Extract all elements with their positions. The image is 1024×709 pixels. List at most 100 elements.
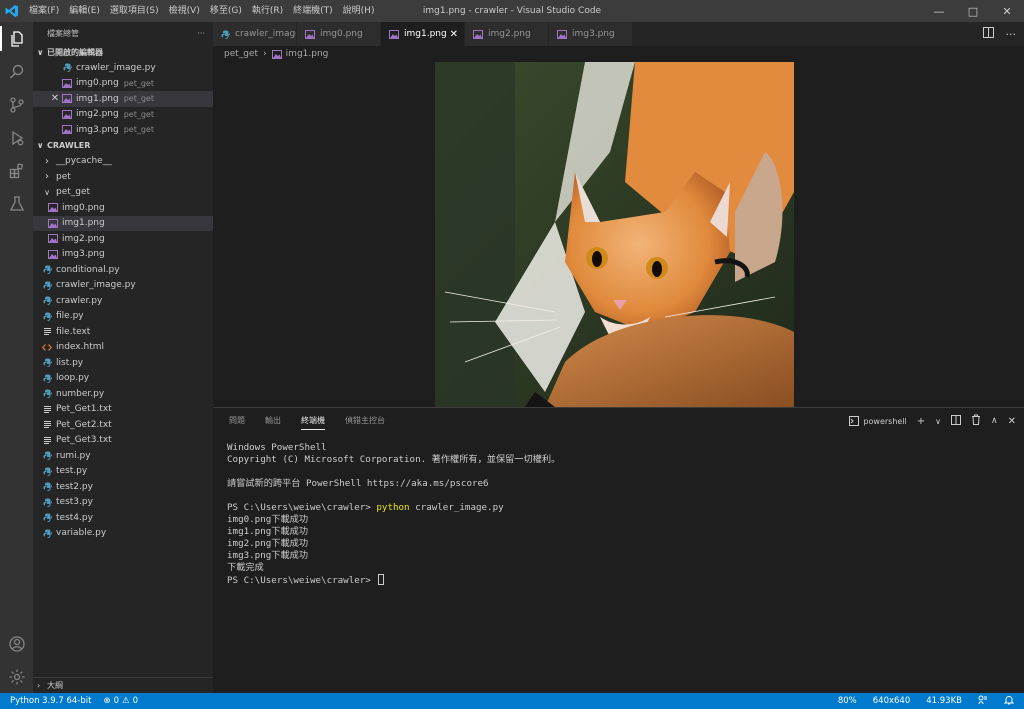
explorer-icon[interactable] xyxy=(0,22,33,55)
notifications-bell-icon[interactable] xyxy=(1003,695,1015,708)
tree-file[interactable]: number.py xyxy=(33,386,213,402)
activity-bar xyxy=(0,22,33,693)
editor-tab[interactable]: img1.png ✕ xyxy=(381,22,465,46)
close-panel-icon[interactable]: ✕ xyxy=(1008,416,1016,427)
terminal-output[interactable]: Windows PowerShell Copyright (C) Microsof… xyxy=(227,442,560,587)
tree-file[interactable]: crawler.py xyxy=(33,293,213,309)
menu-item[interactable]: 編輯(E) xyxy=(64,0,105,22)
file-size: 41.93KB xyxy=(926,696,962,706)
panel-tab[interactable]: 輸出 xyxy=(265,408,281,434)
tree-file[interactable]: test3.py xyxy=(33,495,213,511)
editor-tab[interactable]: img3.png xyxy=(549,22,633,46)
editor-tab[interactable]: img2.png xyxy=(465,22,549,46)
testing-icon[interactable] xyxy=(0,187,33,220)
feedback-icon[interactable] xyxy=(978,695,988,708)
breadcrumb-file[interactable]: img1.png xyxy=(286,49,329,59)
open-editors-section[interactable]: ∨ 已開啟的編輯器 xyxy=(33,44,213,60)
menu-item[interactable]: 終端機(T) xyxy=(288,0,338,22)
terminal-cursor xyxy=(378,574,385,585)
account-icon[interactable] xyxy=(0,627,33,660)
split-terminal-icon[interactable] xyxy=(951,414,962,428)
outline-section[interactable]: › 大綱 xyxy=(33,677,213,693)
panel-tab[interactable]: 終端機 xyxy=(301,408,325,434)
tree-file[interactable]: img0.png xyxy=(33,200,213,216)
python-file-icon xyxy=(221,30,230,39)
run-debug-icon[interactable] xyxy=(0,121,33,154)
tree-folder[interactable]: › __pycache__ xyxy=(33,154,213,170)
open-editor-item[interactable]: img3.png pet_get xyxy=(33,122,213,138)
editor-tab[interactable]: crawler_image.py xyxy=(213,22,297,46)
project-section[interactable]: ∨ CRAWLER xyxy=(33,138,213,154)
menu-item[interactable]: 執行(R) xyxy=(247,0,288,22)
menu-item[interactable]: 檢視(V) xyxy=(164,0,205,22)
tree-folder[interactable]: › pet xyxy=(33,169,213,185)
tree-file[interactable]: test.py xyxy=(33,464,213,480)
tree-file[interactable]: img3.png xyxy=(33,247,213,263)
trash-icon[interactable] xyxy=(971,414,981,428)
python-interpreter[interactable]: Python 3.9.7 64-bit xyxy=(10,696,91,706)
panel-tab[interactable]: 偵錯主控台 xyxy=(345,408,385,434)
tree-file[interactable]: rumi.py xyxy=(33,448,213,464)
editor-tab[interactable]: img0.png xyxy=(297,22,381,46)
tree-file[interactable]: list.py xyxy=(33,355,213,371)
source-control-icon[interactable] xyxy=(0,88,33,121)
image-file-icon xyxy=(271,49,282,59)
image-file-icon xyxy=(305,29,315,39)
tree-file[interactable]: crawler_image.py xyxy=(33,278,213,294)
tree-file[interactable]: file.text xyxy=(33,324,213,340)
open-editor-name: img3.png xyxy=(76,124,119,135)
tree-file[interactable]: test4.py xyxy=(33,510,213,526)
tree-file[interactable]: test2.py xyxy=(33,479,213,495)
open-editor-item[interactable]: ✕ img1.png pet_get xyxy=(33,91,213,107)
tree-file[interactable]: Pet_Get2.txt xyxy=(33,417,213,433)
tree-file[interactable]: Pet_Get1.txt xyxy=(33,402,213,418)
menu-item[interactable]: 檔案(F) xyxy=(24,0,64,22)
image-file-icon xyxy=(61,109,73,119)
chevron-down-icon: ∨ xyxy=(44,187,50,197)
menu-item[interactable]: 說明(H) xyxy=(338,0,380,22)
split-editor-icon[interactable] xyxy=(982,27,994,41)
tree-file[interactable]: file.py xyxy=(33,309,213,325)
close-window-icon[interactable]: ✕ xyxy=(990,0,1024,22)
tree-file[interactable]: index.html xyxy=(33,340,213,356)
close-icon[interactable]: ✕ xyxy=(450,29,458,40)
tree-file[interactable]: img1.png xyxy=(33,215,213,231)
tree-file[interactable]: img2.png xyxy=(33,231,213,247)
zoom-level[interactable]: 80% xyxy=(838,696,857,706)
image-file-icon xyxy=(473,29,483,39)
panel-tab[interactable]: 問題 xyxy=(229,408,245,434)
python-file-icon xyxy=(41,529,53,538)
breadcrumb-folder[interactable]: pet_get xyxy=(224,49,258,59)
add-terminal-icon[interactable]: + xyxy=(917,416,925,427)
open-editor-item[interactable]: crawler_image.py xyxy=(33,60,213,76)
tree-file[interactable]: loop.py xyxy=(33,371,213,387)
open-editor-item[interactable]: img2.png pet_get xyxy=(33,107,213,123)
open-editor-folder: pet_get xyxy=(123,94,154,104)
python-file-icon xyxy=(41,389,53,399)
close-icon[interactable]: ✕ xyxy=(49,93,61,104)
open-editor-item[interactable]: img0.png pet_get xyxy=(33,76,213,92)
maximize-icon[interactable]: □ xyxy=(956,0,990,22)
extensions-icon[interactable] xyxy=(0,154,33,187)
image-dimensions: 640x640 xyxy=(872,696,911,706)
tree-file[interactable]: conditional.py xyxy=(33,262,213,278)
tab-label: img0.png xyxy=(320,29,363,39)
chevron-down-icon[interactable]: ∨ xyxy=(935,417,941,426)
minimize-icon[interactable]: — xyxy=(922,0,956,22)
tree-file[interactable]: variable.py xyxy=(33,526,213,542)
maximize-panel-icon[interactable]: ∧ xyxy=(991,416,998,426)
menu-item[interactable]: 選取項目(S) xyxy=(105,0,164,22)
more-actions-icon[interactable]: ··· xyxy=(197,29,205,38)
tree-file[interactable]: Pet_Get3.txt xyxy=(33,433,213,449)
menu-item[interactable]: 移至(G) xyxy=(205,0,247,22)
tree-item-label: list.py xyxy=(56,357,84,368)
settings-gear-icon[interactable] xyxy=(0,660,33,693)
more-actions-icon[interactable]: ··· xyxy=(1006,28,1017,41)
search-icon[interactable] xyxy=(0,55,33,88)
terminal-shell-selector[interactable]: powershell xyxy=(849,416,907,426)
python-file-icon xyxy=(41,265,53,275)
vscode-logo-icon[interactable] xyxy=(0,0,24,22)
tree-folder[interactable]: ∨ pet_get xyxy=(33,185,213,201)
problems-indicator[interactable]: ⊗ 0 ⚠ 0 xyxy=(103,696,138,706)
warning-count: 0 xyxy=(132,696,139,706)
